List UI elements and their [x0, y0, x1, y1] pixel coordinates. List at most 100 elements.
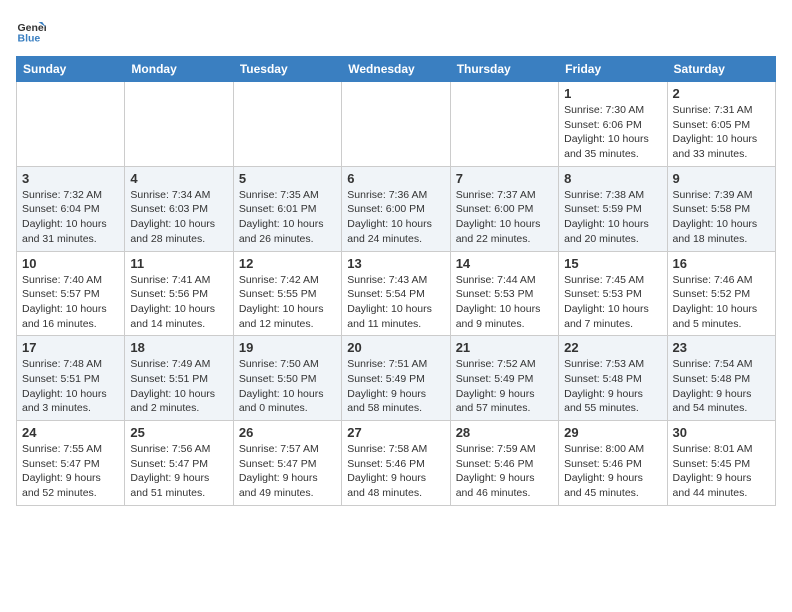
calendar-week-row: 10 Sunrise: 7:40 AM Sunset: 5:57 PM Dayli…	[17, 251, 776, 336]
day-info: Sunrise: 7:46 AM Sunset: 5:52 PM Dayligh…	[673, 273, 770, 332]
day-info: Sunrise: 7:53 AM Sunset: 5:48 PM Dayligh…	[564, 357, 661, 416]
calendar-cell: 16 Sunrise: 7:46 AM Sunset: 5:52 PM Dayli…	[667, 251, 775, 336]
calendar-cell: 25 Sunrise: 7:56 AM Sunset: 5:47 PM Dayli…	[125, 421, 233, 506]
calendar-table: SundayMondayTuesdayWednesdayThursdayFrid…	[16, 56, 776, 506]
calendar-cell	[17, 82, 125, 167]
day-info: Sunrise: 7:38 AM Sunset: 5:59 PM Dayligh…	[564, 188, 661, 247]
day-number: 23	[673, 340, 770, 355]
calendar-cell: 26 Sunrise: 7:57 AM Sunset: 5:47 PM Dayli…	[233, 421, 341, 506]
calendar-week-row: 1 Sunrise: 7:30 AM Sunset: 6:06 PM Daylig…	[17, 82, 776, 167]
calendar-cell: 6 Sunrise: 7:36 AM Sunset: 6:00 PM Daylig…	[342, 166, 450, 251]
calendar-cell: 4 Sunrise: 7:34 AM Sunset: 6:03 PM Daylig…	[125, 166, 233, 251]
calendar-cell: 29 Sunrise: 8:00 AM Sunset: 5:46 PM Dayli…	[559, 421, 667, 506]
logo: General Blue	[16, 16, 50, 46]
day-number: 29	[564, 425, 661, 440]
day-info: Sunrise: 7:55 AM Sunset: 5:47 PM Dayligh…	[22, 442, 119, 501]
calendar-cell: 28 Sunrise: 7:59 AM Sunset: 5:46 PM Dayli…	[450, 421, 558, 506]
day-number: 1	[564, 86, 661, 101]
calendar-cell: 12Sunrise: 7:42 AM Sunset: 5:55 PM Dayli…	[233, 251, 341, 336]
weekday-header: Wednesday	[342, 57, 450, 82]
weekday-header: Friday	[559, 57, 667, 82]
calendar-cell: 27Sunrise: 7:58 AM Sunset: 5:46 PM Dayli…	[342, 421, 450, 506]
calendar-cell: 11 Sunrise: 7:41 AM Sunset: 5:56 PM Dayli…	[125, 251, 233, 336]
day-info: Sunrise: 7:56 AM Sunset: 5:47 PM Dayligh…	[130, 442, 227, 501]
calendar-cell	[450, 82, 558, 167]
day-info: Sunrise: 7:59 AM Sunset: 5:46 PM Dayligh…	[456, 442, 553, 501]
calendar-cell: 18 Sunrise: 7:49 AM Sunset: 5:51 PM Dayli…	[125, 336, 233, 421]
day-info: Sunrise: 8:00 AM Sunset: 5:46 PM Dayligh…	[564, 442, 661, 501]
calendar-week-row: 24 Sunrise: 7:55 AM Sunset: 5:47 PM Dayli…	[17, 421, 776, 506]
calendar-cell: 5 Sunrise: 7:35 AM Sunset: 6:01 PM Daylig…	[233, 166, 341, 251]
day-number: 16	[673, 256, 770, 271]
day-number: 22	[564, 340, 661, 355]
day-number: 26	[239, 425, 336, 440]
day-number: 5	[239, 171, 336, 186]
calendar-header-row: SundayMondayTuesdayWednesdayThursdayFrid…	[17, 57, 776, 82]
day-number: 21	[456, 340, 553, 355]
day-number: 19	[239, 340, 336, 355]
calendar-cell	[125, 82, 233, 167]
day-info: Sunrise: 7:41 AM Sunset: 5:56 PM Dayligh…	[130, 273, 227, 332]
weekday-header: Saturday	[667, 57, 775, 82]
day-number: 3	[22, 171, 119, 186]
weekday-header: Tuesday	[233, 57, 341, 82]
calendar-cell: 7 Sunrise: 7:37 AM Sunset: 6:00 PM Daylig…	[450, 166, 558, 251]
day-info: Sunrise: 7:44 AM Sunset: 5:53 PM Dayligh…	[456, 273, 553, 332]
day-info: Sunrise: 7:34 AM Sunset: 6:03 PM Dayligh…	[130, 188, 227, 247]
day-info: Sunrise: 7:52 AM Sunset: 5:49 PM Dayligh…	[456, 357, 553, 416]
day-info: Sunrise: 7:35 AM Sunset: 6:01 PM Dayligh…	[239, 188, 336, 247]
calendar-cell: 1 Sunrise: 7:30 AM Sunset: 6:06 PM Daylig…	[559, 82, 667, 167]
calendar-cell: 13 Sunrise: 7:43 AM Sunset: 5:54 PM Dayli…	[342, 251, 450, 336]
day-number: 15	[564, 256, 661, 271]
day-info: Sunrise: 7:31 AM Sunset: 6:05 PM Dayligh…	[673, 103, 770, 162]
day-info: Sunrise: 7:37 AM Sunset: 6:00 PM Dayligh…	[456, 188, 553, 247]
calendar-week-row: 3 Sunrise: 7:32 AM Sunset: 6:04 PM Daylig…	[17, 166, 776, 251]
day-number: 10	[22, 256, 119, 271]
calendar-cell: 23Sunrise: 7:54 AM Sunset: 5:48 PM Dayli…	[667, 336, 775, 421]
day-info: Sunrise: 7:39 AM Sunset: 5:58 PM Dayligh…	[673, 188, 770, 247]
calendar-cell: 10 Sunrise: 7:40 AM Sunset: 5:57 PM Dayli…	[17, 251, 125, 336]
calendar-cell: 22 Sunrise: 7:53 AM Sunset: 5:48 PM Dayli…	[559, 336, 667, 421]
day-number: 13	[347, 256, 444, 271]
day-number: 9	[673, 171, 770, 186]
calendar-cell: 17 Sunrise: 7:48 AM Sunset: 5:51 PM Dayli…	[17, 336, 125, 421]
calendar-cell: 24 Sunrise: 7:55 AM Sunset: 5:47 PM Dayli…	[17, 421, 125, 506]
day-number: 6	[347, 171, 444, 186]
calendar-cell: 19 Sunrise: 7:50 AM Sunset: 5:50 PM Dayli…	[233, 336, 341, 421]
day-number: 25	[130, 425, 227, 440]
day-number: 12	[239, 256, 336, 271]
svg-text:Blue: Blue	[18, 33, 41, 45]
calendar-cell: 30 Sunrise: 8:01 AM Sunset: 5:45 PM Dayli…	[667, 421, 775, 506]
day-info: Sunrise: 7:32 AM Sunset: 6:04 PM Dayligh…	[22, 188, 119, 247]
day-info: Sunrise: 7:49 AM Sunset: 5:51 PM Dayligh…	[130, 357, 227, 416]
calendar-cell: 9 Sunrise: 7:39 AM Sunset: 5:58 PM Daylig…	[667, 166, 775, 251]
day-number: 8	[564, 171, 661, 186]
day-info: Sunrise: 8:01 AM Sunset: 5:45 PM Dayligh…	[673, 442, 770, 501]
day-number: 7	[456, 171, 553, 186]
day-number: 17	[22, 340, 119, 355]
calendar-week-row: 17 Sunrise: 7:48 AM Sunset: 5:51 PM Dayli…	[17, 336, 776, 421]
day-number: 27	[347, 425, 444, 440]
day-number: 18	[130, 340, 227, 355]
day-info: Sunrise: 7:43 AM Sunset: 5:54 PM Dayligh…	[347, 273, 444, 332]
page-header: General Blue	[16, 16, 776, 46]
day-number: 28	[456, 425, 553, 440]
day-number: 14	[456, 256, 553, 271]
day-number: 4	[130, 171, 227, 186]
calendar-cell: 20Sunrise: 7:51 AM Sunset: 5:49 PM Dayli…	[342, 336, 450, 421]
day-info: Sunrise: 7:45 AM Sunset: 5:53 PM Dayligh…	[564, 273, 661, 332]
day-info: Sunrise: 7:50 AM Sunset: 5:50 PM Dayligh…	[239, 357, 336, 416]
day-info: Sunrise: 7:57 AM Sunset: 5:47 PM Dayligh…	[239, 442, 336, 501]
day-info: Sunrise: 7:30 AM Sunset: 6:06 PM Dayligh…	[564, 103, 661, 162]
day-info: Sunrise: 7:51 AM Sunset: 5:49 PM Dayligh…	[347, 357, 444, 416]
day-info: Sunrise: 7:48 AM Sunset: 5:51 PM Dayligh…	[22, 357, 119, 416]
logo-icon: General Blue	[16, 16, 46, 46]
day-info: Sunrise: 7:40 AM Sunset: 5:57 PM Dayligh…	[22, 273, 119, 332]
day-number: 24	[22, 425, 119, 440]
day-number: 11	[130, 256, 227, 271]
day-info: Sunrise: 7:36 AM Sunset: 6:00 PM Dayligh…	[347, 188, 444, 247]
day-number: 30	[673, 425, 770, 440]
calendar-cell: 14 Sunrise: 7:44 AM Sunset: 5:53 PM Dayli…	[450, 251, 558, 336]
calendar-cell: 15 Sunrise: 7:45 AM Sunset: 5:53 PM Dayli…	[559, 251, 667, 336]
weekday-header: Sunday	[17, 57, 125, 82]
